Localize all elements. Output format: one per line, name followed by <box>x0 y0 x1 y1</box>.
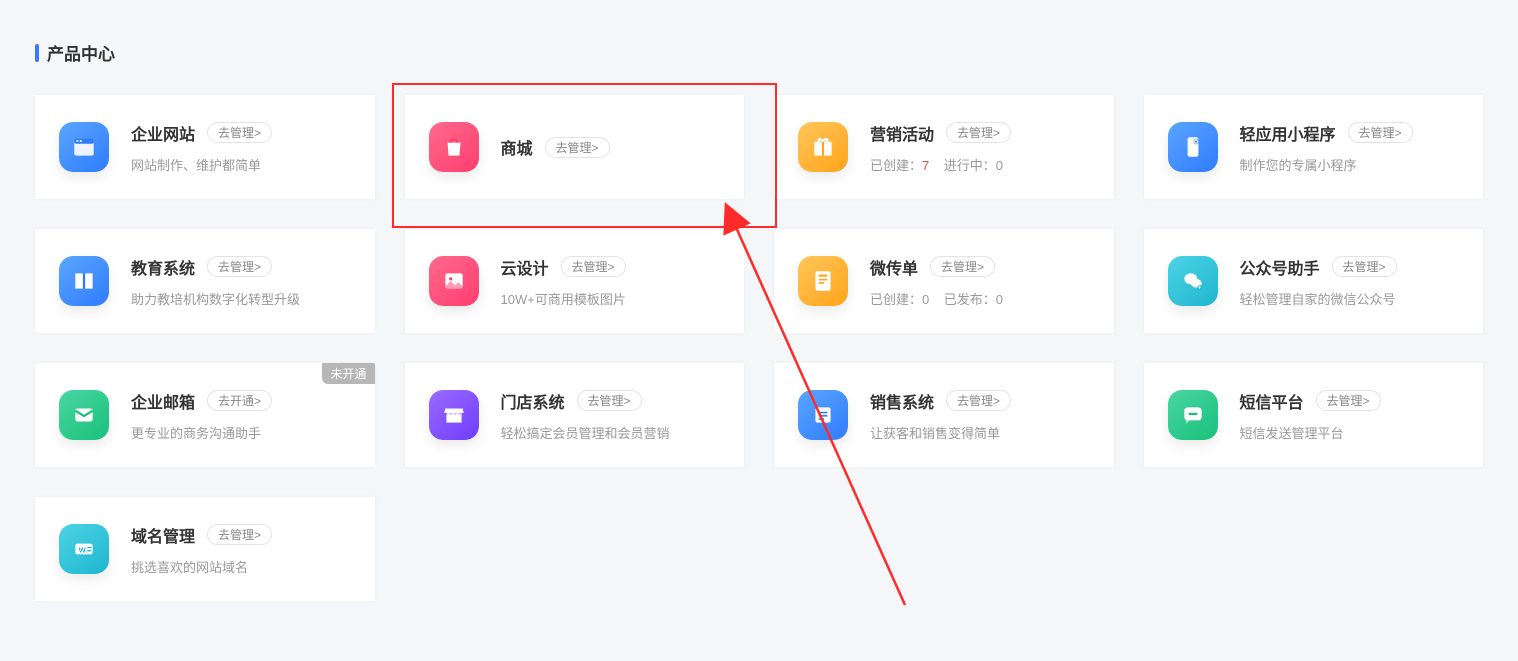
card-title: 销售系统 <box>870 389 934 413</box>
manage-button[interactable]: 去管理> <box>930 256 995 277</box>
manage-button[interactable]: 去管理> <box>545 137 610 158</box>
image-icon <box>429 256 479 306</box>
mail-icon <box>59 390 109 440</box>
card-desc: 让获客和销售变得简单 <box>870 423 1090 442</box>
card-desc: 10W+可商用模板图片 <box>501 289 721 308</box>
created-count: 7 <box>922 158 929 173</box>
card-title: 云设计 <box>501 255 549 279</box>
card-title: 教育系统 <box>131 255 195 279</box>
card-body: 微传单 去管理> 已创建：0 已发布：0 <box>870 255 1090 308</box>
card-desc: 轻松管理自家的微信公众号 <box>1240 289 1460 308</box>
unopened-badge: 未开通 <box>322 363 374 384</box>
book-icon <box>59 256 109 306</box>
card-title: 门店系统 <box>501 389 565 413</box>
manage-button[interactable]: 去管理> <box>207 256 272 277</box>
section-title-text: 产品中心 <box>47 40 115 65</box>
card-body: 教育系统 去管理> 助力教培机构数字化转型升级 <box>131 255 351 308</box>
manage-button[interactable]: 去管理> <box>946 122 1011 143</box>
product-center-page: 产品中心 企业网站 去管理> 网站制作、维护都简单 商城 <box>0 0 1518 621</box>
card-desc: 挑选喜欢的网站域名 <box>131 557 351 576</box>
card-title: 商城 <box>501 135 533 159</box>
card-title: 域名管理 <box>131 523 195 547</box>
card-domain-management[interactable]: W. 域名管理 去管理> 挑选喜欢的网站域名 <box>35 497 375 601</box>
card-sms-platform[interactable]: 短信平台 去管理> 短信发送管理平台 <box>1144 363 1484 467</box>
store-icon <box>429 390 479 440</box>
published-count: 0 <box>996 292 1003 307</box>
card-mall[interactable]: 商城 去管理> <box>405 95 745 199</box>
created-count: 0 <box>922 292 929 307</box>
published-label: 已发布： <box>944 292 996 307</box>
gift-icon <box>798 122 848 172</box>
created-label: 已创建： <box>870 158 922 173</box>
card-desc: 已创建：0 已发布：0 <box>870 289 1090 308</box>
running-label: 进行中： <box>944 158 996 173</box>
card-body: 公众号助手 去管理> 轻松管理自家的微信公众号 <box>1240 255 1460 308</box>
card-miniprogram[interactable]: 轻应用小程序 去管理> 制作您的专属小程序 <box>1144 95 1484 199</box>
card-title: 轻应用小程序 <box>1240 121 1336 145</box>
manage-button[interactable]: 去管理> <box>1348 122 1413 143</box>
bag-icon <box>429 122 479 172</box>
card-body: 营销活动 去管理> 已创建：7 进行中：0 <box>870 121 1090 174</box>
sms-icon <box>1168 390 1218 440</box>
card-desc: 轻松搞定会员管理和会员营销 <box>501 423 721 442</box>
card-title: 企业网站 <box>131 121 195 145</box>
manage-button[interactable]: 去管理> <box>561 256 626 277</box>
card-sales-system[interactable]: 销售系统 去管理> 让获客和销售变得简单 <box>774 363 1114 467</box>
card-desc: 助力教培机构数字化转型升级 <box>131 289 351 308</box>
card-body: 企业邮箱 去开通> 更专业的商务沟通助手 <box>131 389 351 442</box>
product-grid: 企业网站 去管理> 网站制作、维护都简单 商城 去管理> <box>35 95 1483 601</box>
card-enterprise-website[interactable]: 企业网站 去管理> 网站制作、维护都简单 <box>35 95 375 199</box>
phone-icon <box>1168 122 1218 172</box>
card-body: 企业网站 去管理> 网站制作、维护都简单 <box>131 121 351 174</box>
card-desc: 已创建：7 进行中：0 <box>870 155 1090 174</box>
card-desc: 短信发送管理平台 <box>1240 423 1460 442</box>
domain-icon: W. <box>59 524 109 574</box>
manage-button[interactable]: 去管理> <box>207 524 272 545</box>
manage-button[interactable]: 去管理> <box>1332 256 1397 277</box>
flyer-icon <box>798 256 848 306</box>
card-body: 域名管理 去管理> 挑选喜欢的网站域名 <box>131 523 351 576</box>
open-button[interactable]: 去开通> <box>207 390 272 411</box>
svg-text:W.: W. <box>79 545 88 554</box>
card-flyer[interactable]: 微传单 去管理> 已创建：0 已发布：0 <box>774 229 1114 333</box>
card-body: 商城 去管理> <box>501 135 721 159</box>
card-enterprise-mail[interactable]: 未开通 企业邮箱 去开通> 更专业的商务沟通助手 <box>35 363 375 467</box>
card-body: 云设计 去管理> 10W+可商用模板图片 <box>501 255 721 308</box>
running-count: 0 <box>996 158 1003 173</box>
manage-button[interactable]: 去管理> <box>946 390 1011 411</box>
wechat-icon <box>1168 256 1218 306</box>
card-body: 门店系统 去管理> 轻松搞定会员管理和会员营销 <box>501 389 721 442</box>
card-title: 短信平台 <box>1240 389 1304 413</box>
card-title: 公众号助手 <box>1240 255 1320 279</box>
section-title-bar <box>35 44 39 62</box>
card-title: 企业邮箱 <box>131 389 195 413</box>
card-marketing[interactable]: 营销活动 去管理> 已创建：7 进行中：0 <box>774 95 1114 199</box>
card-body: 销售系统 去管理> 让获客和销售变得简单 <box>870 389 1090 442</box>
website-icon <box>59 122 109 172</box>
card-store-system[interactable]: 门店系统 去管理> 轻松搞定会员管理和会员营销 <box>405 363 745 467</box>
section-title: 产品中心 <box>35 40 1483 65</box>
card-desc: 网站制作、维护都简单 <box>131 155 351 174</box>
card-body: 短信平台 去管理> 短信发送管理平台 <box>1240 389 1460 442</box>
card-body: 轻应用小程序 去管理> 制作您的专属小程序 <box>1240 121 1460 174</box>
card-desc: 制作您的专属小程序 <box>1240 155 1460 174</box>
card-education[interactable]: 教育系统 去管理> 助力教培机构数字化转型升级 <box>35 229 375 333</box>
created-label: 已创建： <box>870 292 922 307</box>
card-wechat-helper[interactable]: 公众号助手 去管理> 轻松管理自家的微信公众号 <box>1144 229 1484 333</box>
card-cloud-design[interactable]: 云设计 去管理> 10W+可商用模板图片 <box>405 229 745 333</box>
sales-icon <box>798 390 848 440</box>
card-title: 营销活动 <box>870 121 934 145</box>
manage-button[interactable]: 去管理> <box>1316 390 1381 411</box>
card-title: 微传单 <box>870 255 918 279</box>
manage-button[interactable]: 去管理> <box>577 390 642 411</box>
manage-button[interactable]: 去管理> <box>207 122 272 143</box>
card-desc: 更专业的商务沟通助手 <box>131 423 351 442</box>
